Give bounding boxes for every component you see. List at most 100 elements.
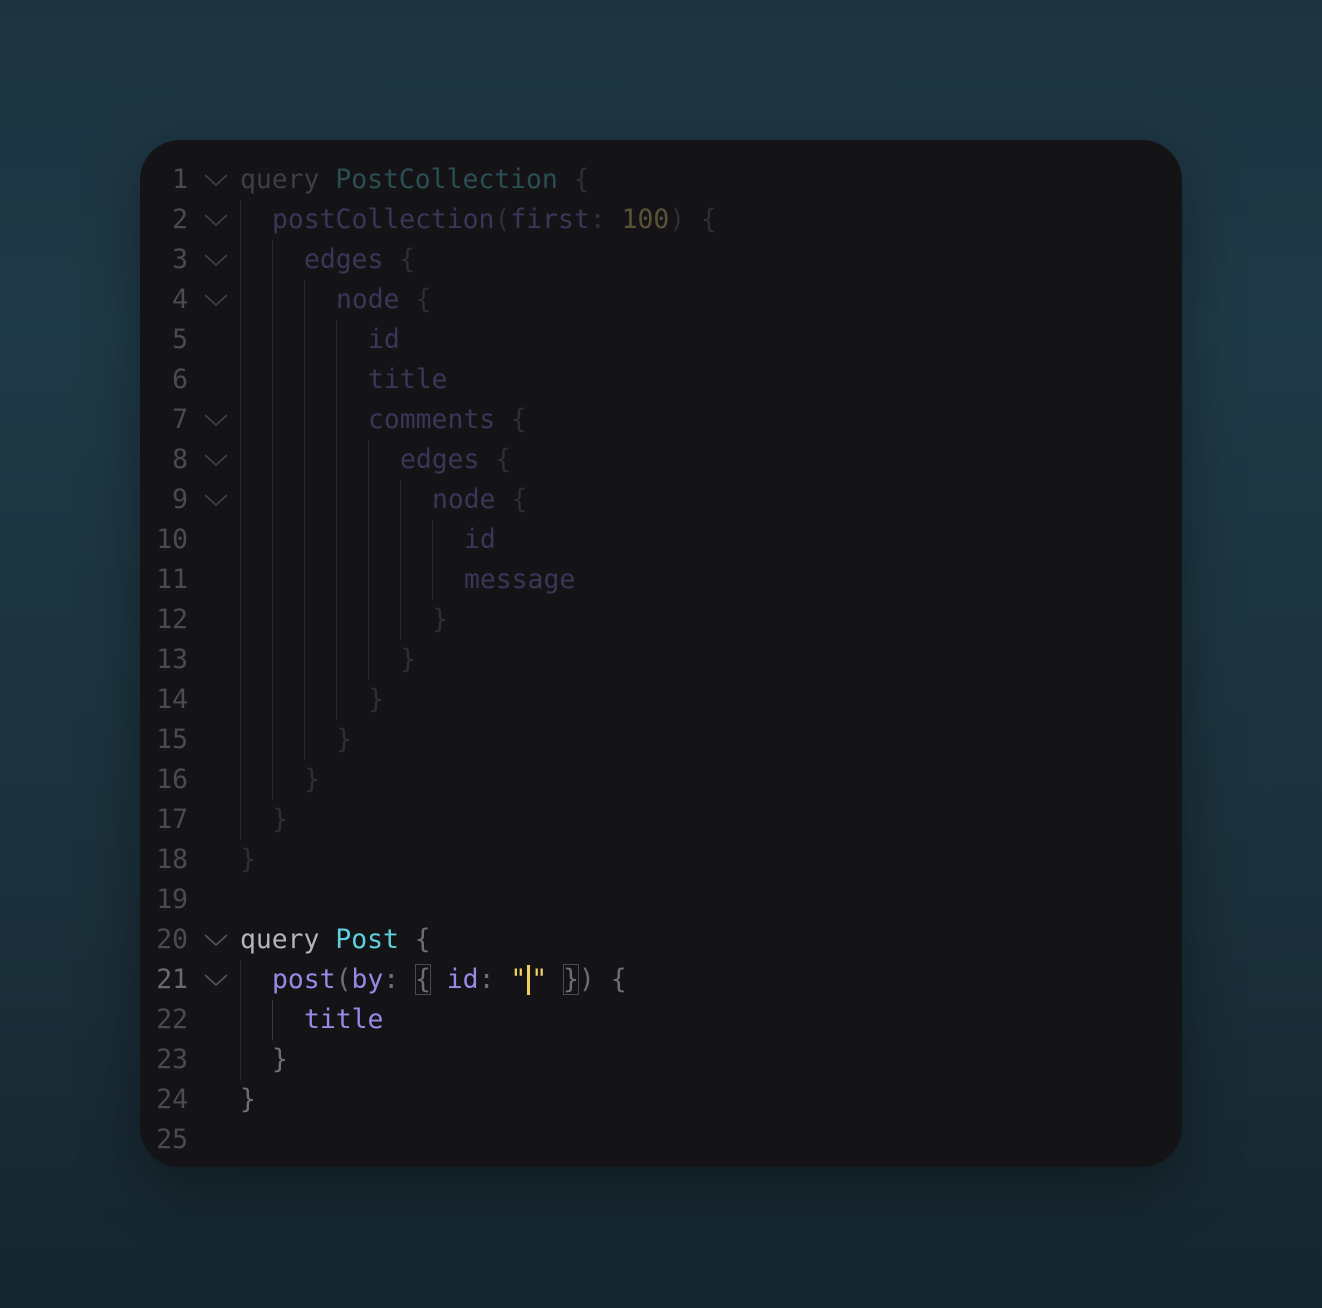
line-number: 23 bbox=[156, 1044, 188, 1075]
field-token: comments bbox=[368, 404, 496, 435]
code-line[interactable]: 5 id bbox=[140, 320, 1182, 360]
punctuation-token: { bbox=[383, 244, 416, 275]
fold-chevron-down-icon[interactable] bbox=[204, 213, 228, 227]
punctuation-token bbox=[431, 964, 447, 995]
field-token: postCollection bbox=[272, 204, 495, 235]
string-token: " bbox=[531, 964, 548, 995]
code-text: edges { bbox=[400, 440, 511, 480]
code-line[interactable]: 8 edges { bbox=[140, 440, 1182, 480]
code-line[interactable]: 16} bbox=[140, 760, 1182, 800]
field-token: id bbox=[368, 324, 400, 355]
punctuation-token: } bbox=[240, 844, 256, 875]
field-token: message bbox=[464, 564, 576, 595]
punctuation-token bbox=[547, 964, 563, 995]
string-token: " bbox=[510, 964, 527, 995]
line-number: 5 bbox=[172, 324, 188, 355]
line-number: 4 bbox=[172, 284, 188, 315]
code-line[interactable]: 3 edges { bbox=[140, 240, 1182, 280]
fold-chevron-down-icon[interactable] bbox=[204, 973, 228, 987]
code-line[interactable]: 24} bbox=[140, 1080, 1182, 1120]
code-text: id bbox=[464, 520, 496, 560]
code-line[interactable]: 21 post(by: { id: " " }) { bbox=[140, 960, 1182, 1000]
code-text: id bbox=[368, 320, 400, 360]
code-line[interactable]: 4 node { bbox=[140, 280, 1182, 320]
code-line[interactable]: 15} bbox=[140, 720, 1182, 760]
field-token: node bbox=[432, 484, 496, 515]
code-line[interactable]: 20 query Post { bbox=[140, 920, 1182, 960]
field-token: node bbox=[336, 284, 400, 315]
line-number: 14 bbox=[156, 684, 188, 715]
code-text: title bbox=[368, 360, 447, 400]
field-token: title bbox=[304, 1004, 384, 1035]
fold-chevron-down-icon[interactable] bbox=[204, 453, 228, 467]
punctuation-token: { bbox=[399, 284, 432, 315]
line-number: 10 bbox=[156, 524, 188, 555]
line-number: 25 bbox=[156, 1124, 188, 1155]
code-text: node { bbox=[432, 480, 527, 520]
code-text: comments { bbox=[368, 400, 527, 440]
line-number: 20 bbox=[156, 924, 188, 955]
code-line[interactable]: 18} bbox=[140, 840, 1182, 880]
code-line[interactable]: 14} bbox=[140, 680, 1182, 720]
punctuation-token: { bbox=[495, 404, 527, 435]
code-text: } bbox=[304, 760, 320, 800]
fold-chevron-down-icon[interactable] bbox=[204, 173, 228, 187]
fold-chevron-down-icon[interactable] bbox=[204, 493, 228, 507]
code-line[interactable]: 11 message bbox=[140, 560, 1182, 600]
code-text: post(by: { id: " " }) { bbox=[272, 960, 627, 1000]
punctuation-token: ( bbox=[494, 204, 511, 235]
code-line[interactable]: 13} bbox=[140, 640, 1182, 680]
field-token: by bbox=[351, 964, 384, 995]
code-text: } bbox=[272, 800, 288, 840]
matched-bracket: { bbox=[415, 964, 431, 995]
fold-chevron-down-icon[interactable] bbox=[204, 933, 228, 947]
line-number: 8 bbox=[172, 444, 188, 475]
punctuation-token: ( bbox=[335, 964, 352, 995]
keyword-token: query bbox=[240, 924, 336, 955]
code-line[interactable]: 10 id bbox=[140, 520, 1182, 560]
field-token: title bbox=[368, 364, 448, 395]
fold-chevron-down-icon[interactable] bbox=[204, 253, 228, 267]
code-line[interactable]: 23} bbox=[140, 1040, 1182, 1080]
line-number: 3 bbox=[172, 244, 188, 275]
line-number: 24 bbox=[156, 1084, 188, 1115]
punctuation-token: : bbox=[383, 964, 416, 995]
code-line[interactable]: 22 title bbox=[140, 1000, 1182, 1040]
code-text: edges { bbox=[304, 240, 415, 280]
fold-chevron-down-icon[interactable] bbox=[204, 413, 228, 427]
field-token: post bbox=[272, 964, 336, 995]
field-token: id bbox=[464, 524, 496, 555]
line-number: 2 bbox=[172, 204, 188, 235]
punctuation-token: { bbox=[557, 164, 590, 195]
punctuation-token: } bbox=[272, 1044, 288, 1075]
code-text: } bbox=[240, 1080, 256, 1120]
line-number: 15 bbox=[156, 724, 188, 755]
punctuation-token: } bbox=[336, 724, 352, 755]
code-line[interactable]: 6 title bbox=[140, 360, 1182, 400]
code-line[interactable]: 7 comments { bbox=[140, 400, 1182, 440]
code-line[interactable]: 1 query PostCollection { bbox=[140, 160, 1182, 200]
code-editor[interactable]: 1 query PostCollection {2 postCollection(f… bbox=[140, 140, 1182, 1167]
fold-chevron-down-icon[interactable] bbox=[204, 293, 228, 307]
code-text: } bbox=[336, 720, 352, 760]
punctuation-token: ) { bbox=[578, 964, 627, 995]
code-line[interactable]: 9 node { bbox=[140, 480, 1182, 520]
punctuation-token: ) { bbox=[669, 204, 717, 235]
text-cursor bbox=[527, 965, 531, 995]
punctuation-token: } bbox=[272, 804, 288, 835]
code-text: node { bbox=[336, 280, 431, 320]
line-number: 18 bbox=[156, 844, 188, 875]
code-text: } bbox=[432, 600, 448, 640]
code-text: } bbox=[400, 640, 416, 680]
field-token: first bbox=[510, 204, 590, 235]
type-name-token: PostCollection bbox=[335, 164, 558, 195]
code-line[interactable]: 17} bbox=[140, 800, 1182, 840]
code-line[interactable]: 2 postCollection(first: 100) { bbox=[140, 200, 1182, 240]
code-line[interactable]: 25 bbox=[140, 1120, 1182, 1160]
keyword-token: query bbox=[240, 164, 336, 195]
punctuation-token: } bbox=[304, 764, 320, 795]
code-line[interactable]: 19 bbox=[140, 880, 1182, 920]
line-number: 22 bbox=[156, 1004, 188, 1035]
code-line[interactable]: 12} bbox=[140, 600, 1182, 640]
line-number: 16 bbox=[156, 764, 188, 795]
